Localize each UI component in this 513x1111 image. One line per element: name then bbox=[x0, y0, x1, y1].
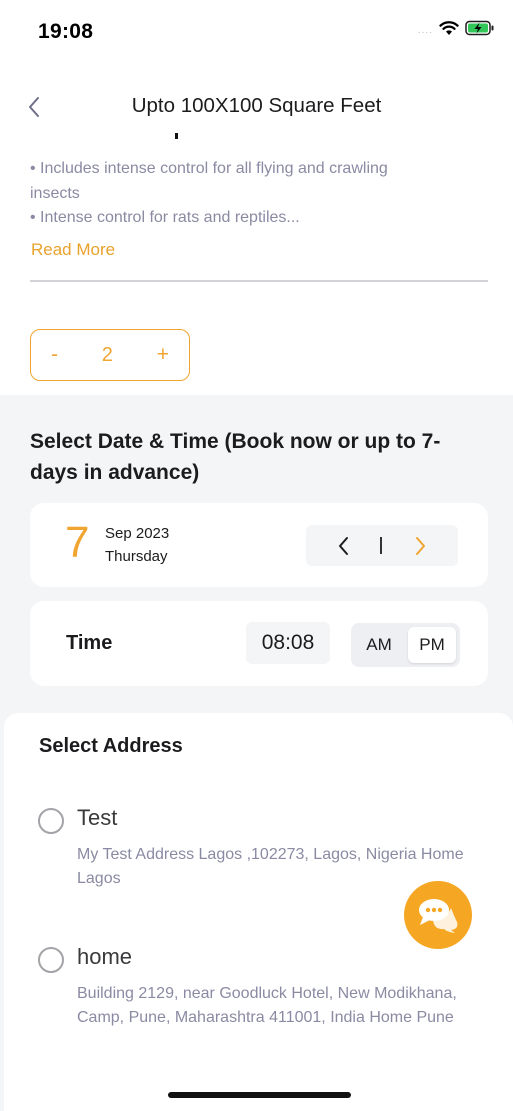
page-title: Upto 100X100 Square Feet bbox=[131, 94, 382, 117]
address-name: Test bbox=[77, 805, 118, 830]
nav-bar: Upto 100X100 Square Feet bbox=[0, 84, 513, 130]
cursor-mark bbox=[175, 133, 178, 139]
pm-button[interactable]: PM bbox=[408, 627, 456, 663]
date-navigator bbox=[306, 525, 458, 566]
status-time: 19:08 bbox=[38, 20, 94, 43]
date-nav-separator bbox=[380, 537, 382, 554]
chat-bubbles-icon bbox=[419, 899, 458, 933]
radio-button[interactable] bbox=[38, 947, 64, 973]
next-date-button[interactable] bbox=[410, 534, 430, 558]
description-line-1: • Includes intense control for all flyin… bbox=[30, 160, 388, 202]
signal-dots: .... bbox=[417, 25, 433, 36]
quantity-stepper: - 2 + bbox=[30, 329, 190, 381]
decrement-button[interactable]: - bbox=[51, 343, 58, 367]
status-bar: 19:08 .... bbox=[0, 0, 513, 66]
description-line-2: • Intense control for rats and reptiles.… bbox=[30, 209, 300, 226]
chevron-left-icon bbox=[339, 537, 348, 555]
divider bbox=[30, 280, 488, 282]
address-name: home bbox=[77, 944, 133, 969]
schedule-title: Select Date & Time (Book now or up to 7-… bbox=[30, 430, 441, 484]
am-button[interactable]: AM bbox=[355, 627, 403, 663]
time-input[interactable]: 08:08 bbox=[246, 622, 330, 664]
chevron-right-icon bbox=[416, 537, 425, 555]
am-pm-toggle: AM PM bbox=[351, 623, 460, 667]
date-card: 7 Sep 2023 Thursday bbox=[30, 503, 488, 587]
quantity-value: 2 bbox=[101, 343, 113, 366]
address-details: My Test Address Lagos ,102273, Lagos, Ni… bbox=[77, 846, 464, 887]
increment-button[interactable]: + bbox=[157, 343, 169, 367]
address-title: Select Address bbox=[39, 735, 183, 757]
address-details: Building 2129, near Goodluck Hotel, New … bbox=[77, 985, 457, 1026]
time-card: Time 08:08 AM PM bbox=[30, 601, 488, 686]
status-icons: .... bbox=[418, 20, 495, 41]
date-day-number: 7 bbox=[65, 518, 90, 567]
chat-button[interactable] bbox=[404, 881, 472, 949]
home-indicator[interactable] bbox=[168, 1092, 351, 1098]
previous-date-button[interactable] bbox=[334, 534, 354, 558]
date-weekday: Thursday bbox=[105, 548, 168, 565]
radio-button[interactable] bbox=[38, 808, 64, 834]
read-more-link[interactable]: Read More bbox=[31, 240, 115, 260]
wifi-icon bbox=[439, 20, 459, 41]
date-month-year: Sep 2023 bbox=[105, 525, 170, 542]
service-description: • Includes intense control for all flyin… bbox=[30, 157, 410, 231]
battery-charging-icon bbox=[465, 20, 495, 41]
time-label: Time bbox=[66, 632, 113, 654]
